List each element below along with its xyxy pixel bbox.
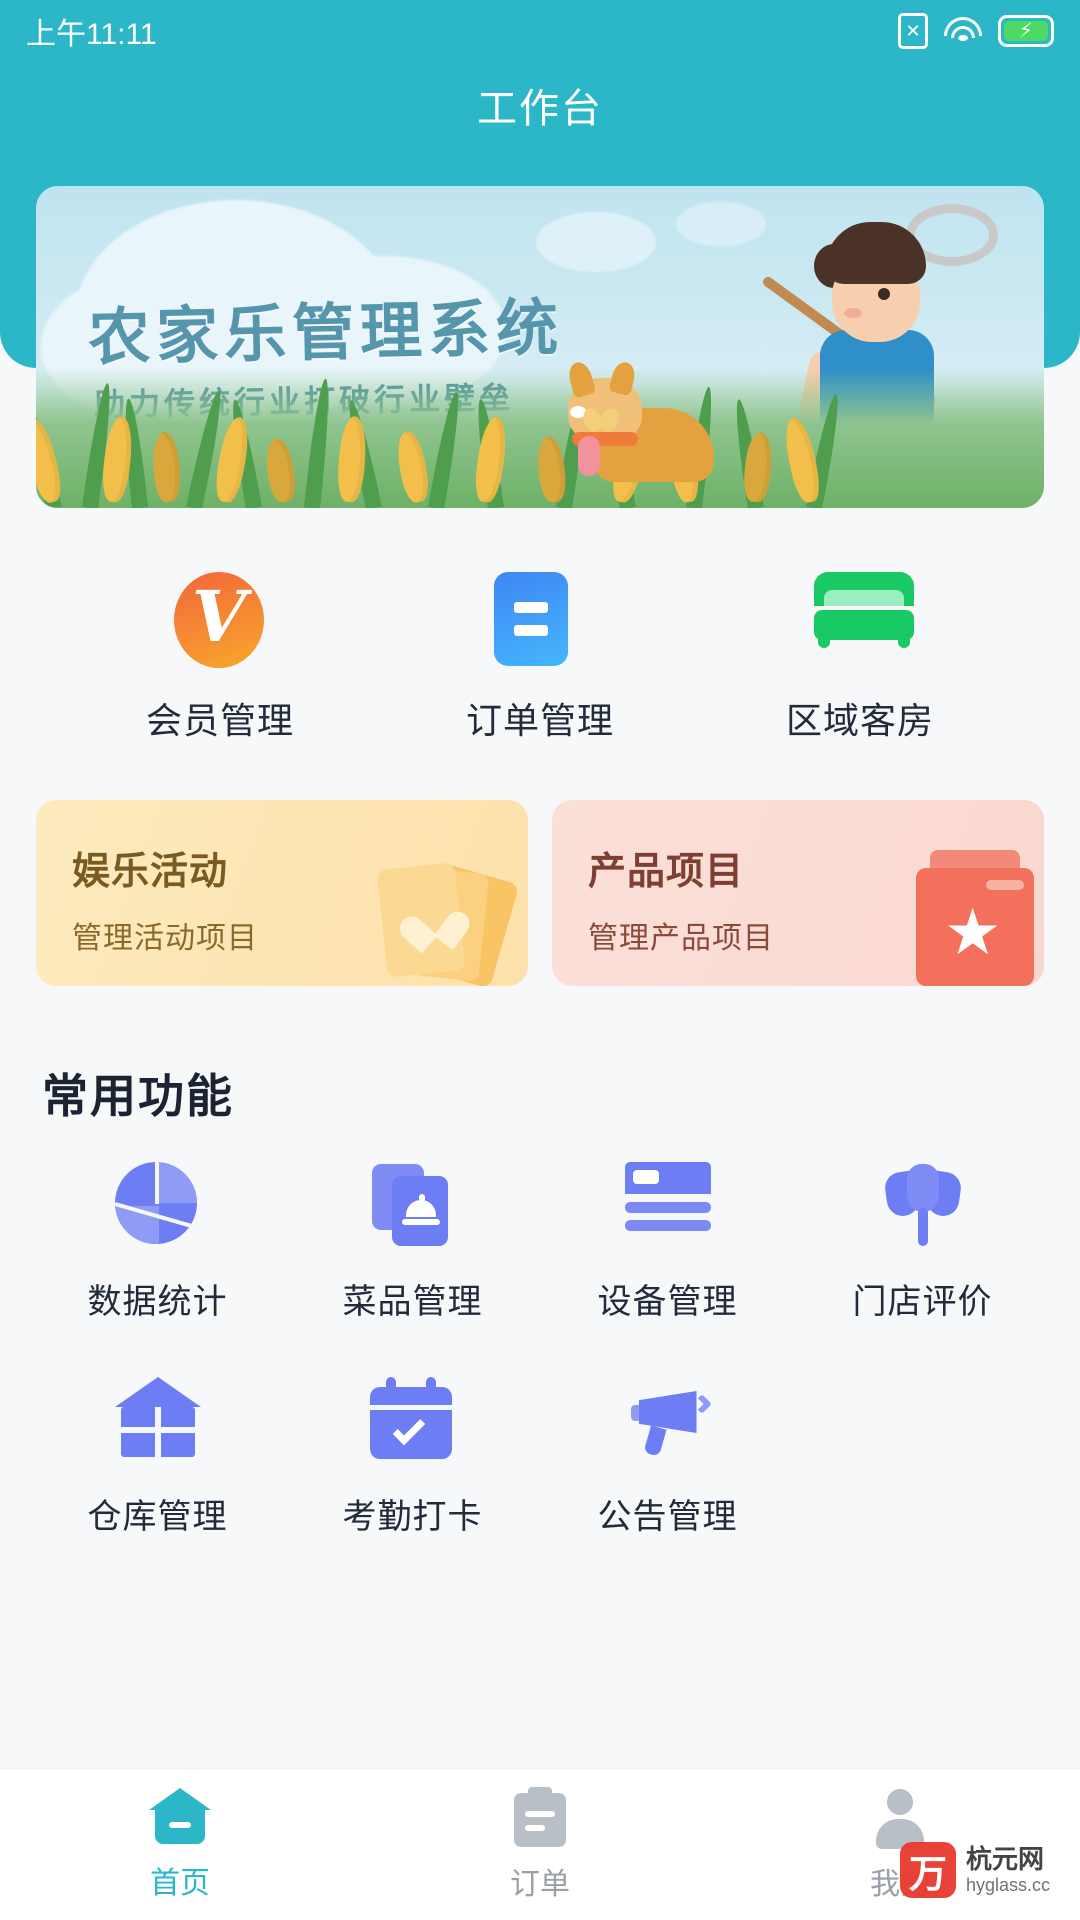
function-grid: 数据统计 菜品管理 设备管理 门店评价 仓库管理 考勤打卡 公告管理 — [30, 1162, 1050, 1592]
function-item-statistics[interactable]: 数据统计 — [30, 1162, 285, 1323]
quick-access-room[interactable]: 区域客房 — [700, 572, 1020, 744]
app-header: 上午11:11 ✕ ⚡ 工作台 — [0, 0, 1080, 168]
clipboard-icon — [514, 1786, 566, 1847]
device-card-icon — [624, 1162, 711, 1248]
tab-home[interactable]: 首页 — [0, 1787, 360, 1902]
bed-room-icon — [814, 572, 914, 664]
tab-label: 订单 — [510, 1867, 570, 1901]
watermark-text: 杭元网 hyglass.cc — [965, 1843, 1050, 1896]
watermark-name: 杭元网 — [965, 1843, 1044, 1874]
section-title-common-functions: 常用功能 — [42, 1070, 234, 1122]
cloud-shape — [536, 212, 656, 272]
function-item-warehouse[interactable]: 仓库管理 — [30, 1377, 285, 1538]
function-grid-spacer — [795, 1377, 1050, 1538]
boy-cheek-shape — [844, 308, 862, 318]
cloud-shape — [676, 202, 766, 246]
grass-band — [36, 359, 1044, 508]
feature-card-product[interactable]: 产品项目 管理产品项目 ★ — [552, 800, 1044, 986]
status-time: 上午11:11 — [26, 18, 157, 51]
function-item-attendance[interactable]: 考勤打卡 — [285, 1377, 540, 1538]
banner-title: 农家乐管理系统 — [87, 291, 565, 374]
megaphone-icon — [625, 1377, 712, 1463]
wifi-icon — [944, 14, 982, 48]
function-label: 菜品管理 — [342, 1283, 483, 1321]
function-label: 数据统计 — [87, 1283, 228, 1321]
function-label: 仓库管理 — [87, 1498, 228, 1536]
member-v-icon: V — [174, 572, 266, 668]
quick-access-row: V 会员管理 订单管理 区域客房 — [60, 572, 1020, 744]
warehouse-icon — [114, 1377, 201, 1463]
battery-charging-icon: ⚡ — [998, 15, 1054, 47]
function-item-dishes[interactable]: 菜品管理 — [285, 1162, 540, 1323]
heart-cards-icon — [362, 846, 520, 986]
page-title: 工作台 — [477, 87, 603, 131]
order-list-icon — [494, 572, 586, 666]
member-v-glyph: V — [191, 575, 247, 658]
watermark-url: hyglass.cc — [965, 1874, 1050, 1895]
home-icon — [149, 1787, 211, 1846]
person-icon — [874, 1787, 926, 1849]
feature-cards-row: 娱乐活动 管理活动项目 产品项目 管理产品项目 ★ — [36, 800, 1044, 986]
calendar-check-icon — [369, 1377, 456, 1463]
battery-bolt-glyph: ⚡ — [1004, 21, 1048, 41]
feature-card-entertainment[interactable]: 娱乐活动 管理活动项目 — [36, 800, 528, 986]
function-item-announcement[interactable]: 公告管理 — [540, 1377, 795, 1538]
function-item-store-review[interactable]: 门店评价 — [795, 1162, 1050, 1323]
function-label: 设备管理 — [597, 1283, 738, 1321]
site-watermark: 万 杭元网 hyglass.cc — [899, 1842, 1050, 1898]
tab-orders[interactable]: 订单 — [360, 1786, 720, 1903]
function-item-devices[interactable]: 设备管理 — [540, 1162, 795, 1323]
pie-chart-icon — [114, 1162, 201, 1248]
tulip-flower-icon — [880, 1162, 966, 1248]
status-bar: 上午11:11 ✕ ⚡ — [0, 0, 1080, 62]
quick-access-member[interactable]: V 会员管理 — [60, 572, 380, 744]
quick-access-label: 订单管理 — [465, 700, 614, 741]
tab-label: 首页 — [150, 1866, 210, 1900]
dish-cards-icon — [370, 1162, 456, 1248]
sim-card-x-icon: ✕ — [898, 13, 928, 49]
promo-banner[interactable]: 农家乐管理系统 助力传统行业打破行业壁垒 — [36, 186, 1044, 508]
quick-access-order[interactable]: 订单管理 — [380, 572, 700, 744]
function-label: 公告管理 — [597, 1498, 738, 1536]
quick-access-label: 会员管理 — [145, 700, 294, 741]
function-label: 门店评价 — [852, 1283, 993, 1321]
watermark-logo: 万 — [899, 1842, 956, 1898]
quick-access-label: 区域客房 — [785, 700, 934, 741]
boy-eye-shape — [878, 288, 890, 300]
function-label: 考勤打卡 — [342, 1498, 483, 1536]
butterfly-icon — [580, 405, 622, 442]
star-folder-icon: ★ — [910, 850, 1034, 986]
status-icons: ✕ ⚡ — [898, 13, 1054, 49]
